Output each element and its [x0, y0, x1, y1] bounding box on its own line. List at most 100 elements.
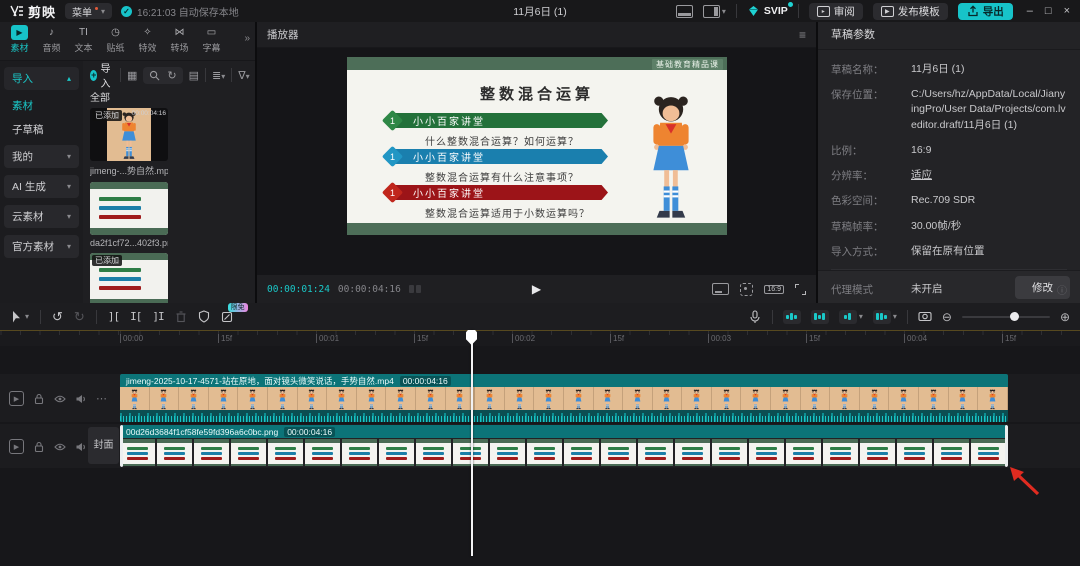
clip-trim-handle-right[interactable]	[1005, 425, 1008, 467]
image-thumbnail[interactable]	[90, 182, 168, 235]
window-maximize-button[interactable]: □	[1045, 5, 1052, 17]
track-lock-icon[interactable]	[32, 392, 45, 405]
trim-left-icon[interactable]: I[	[130, 310, 142, 323]
chevron-down-icon: ▾	[892, 312, 897, 321]
select-tool-button[interactable]: ▾	[10, 310, 29, 324]
filmstrip-frame	[543, 389, 554, 410]
clip-duration: 00:00:04:16	[284, 426, 336, 437]
play-button[interactable]: ▶	[532, 282, 541, 296]
param-row-proxy: 代理模式 未开启 ⓘ	[831, 282, 1067, 297]
divider	[906, 309, 908, 324]
player-menu-icon[interactable]: ≡	[799, 28, 806, 42]
refresh-icon[interactable]: ↻	[167, 69, 176, 82]
media-item-image-1[interactable]: da2f1cf72...402f3.png	[90, 182, 168, 248]
zoom-out-icon[interactable]: ⊖	[942, 310, 952, 324]
preview-viewport[interactable]: 基础教育精品课 整数混合运算 1 小小百家讲堂 什么整数混合运算？如何运算？ 1…	[257, 48, 816, 275]
track-height-toggle[interactable]: ▾	[872, 309, 897, 324]
video-clip[interactable]: jimeng-2025-10-17-4571-站在原地，面对镜头微笑说话，手势自…	[120, 374, 1008, 422]
publish-template-button[interactable]: ▶ 发布模板	[872, 2, 948, 20]
undo-icon[interactable]: ↺	[52, 309, 63, 325]
video-thumbnail[interactable]: 已添加 00:00:04:16	[90, 108, 168, 161]
filmstrip-frame	[188, 389, 199, 410]
sidebar-item-material[interactable]: 素材	[4, 97, 79, 114]
info-icon[interactable]: ⓘ	[1057, 282, 1067, 297]
freeze-frame-button[interactable]: 限免	[221, 302, 248, 323]
record-voiceover-icon[interactable]	[748, 310, 762, 324]
filmstrip-frame	[839, 389, 850, 410]
delete-icon[interactable]	[175, 310, 187, 323]
image-clip[interactable]: 00d26d3684f1cf58fe59fd396a6c0bc.png 00:0…	[120, 425, 1008, 467]
preview-mode-icon[interactable]	[918, 311, 932, 322]
tab-text[interactable]: TI 文本	[68, 25, 99, 54]
filter-icon[interactable]: ∇▾	[238, 69, 249, 82]
review-button[interactable]: ▸ 审阅	[808, 2, 863, 20]
chevron-down-icon: ▾	[858, 312, 863, 321]
sidebar-item-subdraft[interactable]: 子草稿	[4, 121, 79, 138]
tab-label: 素材	[10, 43, 29, 53]
clip-trim-handle-left[interactable]	[120, 425, 123, 467]
trim-right-icon[interactable]: ]I	[152, 310, 164, 323]
fullscreen-icon[interactable]	[795, 283, 806, 295]
track-mute-icon[interactable]	[74, 392, 87, 405]
track-more-icon[interactable]: ⋯	[95, 392, 108, 405]
layout-switch-button[interactable]: ▾	[702, 4, 726, 18]
svip-button[interactable]: SVIP	[747, 2, 793, 17]
track-mute-icon[interactable]	[74, 440, 87, 453]
tab-effects[interactable]: ✧ 特效	[132, 25, 163, 54]
chevron-down-icon: ▾	[66, 242, 71, 251]
tab-sticker[interactable]: ◷ 贴纸	[100, 25, 131, 54]
filmstrip-frame	[601, 439, 636, 466]
sidebar-item-cloud[interactable]: 云素材 ▾	[4, 205, 79, 228]
tab-media[interactable]: ▶ 素材	[4, 25, 35, 54]
sidebar-item-ai-generate[interactable]: AI 生成 ▾	[4, 175, 79, 198]
linkage-toggle-icon[interactable]	[810, 309, 829, 324]
menu-button[interactable]: 菜单 ▾	[65, 3, 113, 19]
track-visibility-icon[interactable]	[53, 392, 66, 405]
slide-header-strip	[90, 182, 168, 189]
param-label: 分辨率：	[831, 170, 873, 183]
zoom-slider-knob[interactable]	[1010, 311, 1020, 321]
search-box[interactable]: ↻	[143, 66, 183, 84]
app-logo-text: 剪映	[28, 4, 57, 20]
cover-button[interactable]: 封面	[88, 427, 119, 464]
window-minimize-button[interactable]: –	[1027, 5, 1033, 17]
tab-captions[interactable]: ▭ 字幕	[196, 25, 227, 54]
layout-bottom-panel-icon[interactable]	[675, 4, 693, 18]
timeline-ruler[interactable]: 00:00 15f 00:01 15f 00:02 15f 00:03 15f …	[0, 330, 1080, 346]
preview-axis-toggle[interactable]: ▾	[838, 309, 863, 324]
window-close-button[interactable]: ×	[1064, 5, 1070, 17]
image-thumbnail[interactable]: 已添加	[90, 253, 168, 303]
timeline-zoom-slider[interactable]	[961, 311, 1050, 321]
media-item-image-2[interactable]: 已添加 00d26d368...6c0bc.png	[90, 253, 168, 303]
aspect-ratio-button[interactable]: 16:9	[764, 284, 784, 294]
tab-audio[interactable]: ♪ 音频	[36, 25, 67, 54]
sort-icon[interactable]: ≣▾	[212, 69, 225, 82]
media-item-video[interactable]: 已添加 00:00:04:16 jimeng-...势自然.mp4	[90, 108, 168, 177]
redo-icon[interactable]: ↻	[74, 309, 85, 325]
track-lock-icon[interactable]	[32, 440, 45, 453]
playhead[interactable]	[466, 330, 477, 556]
snap-toggle-icon[interactable]	[782, 309, 801, 324]
sidebar-item-mine[interactable]: 我的 ▾	[4, 145, 79, 168]
ruler-tick-label: 00:03	[708, 334, 731, 343]
track-type-icon[interactable]: ▶	[9, 439, 24, 454]
preview-quality-icon[interactable]	[712, 283, 730, 295]
zoom-in-icon[interactable]: ⊕	[1060, 310, 1070, 324]
tab-transitions[interactable]: ⋈ 转场	[164, 25, 195, 54]
track-visibility-icon[interactable]	[53, 440, 66, 453]
mask-icon[interactable]	[198, 310, 210, 323]
filmstrip-frame	[809, 389, 820, 410]
resolution-link[interactable]: 适应	[911, 168, 932, 183]
track-type-icon[interactable]: ▶	[9, 391, 24, 406]
filmstrip-frame	[987, 389, 998, 410]
export-button[interactable]: 导出	[957, 2, 1013, 20]
split-clip-icon[interactable]: ][	[108, 310, 120, 323]
sidebar-item-official[interactable]: 官方素材 ▾	[4, 235, 79, 258]
sidebar-import-group[interactable]: 导入 ▴	[4, 67, 79, 90]
material-library-grid-icon[interactable]: ▦	[127, 69, 137, 82]
view-mode-icon[interactable]: ▤	[189, 69, 199, 82]
import-media-button[interactable]: + 导入	[90, 61, 114, 90]
sidebar-item-label: 云素材	[12, 211, 44, 223]
tabs-overflow-icon[interactable]: »	[244, 25, 253, 44]
fit-adapt-icon[interactable]	[740, 282, 754, 296]
